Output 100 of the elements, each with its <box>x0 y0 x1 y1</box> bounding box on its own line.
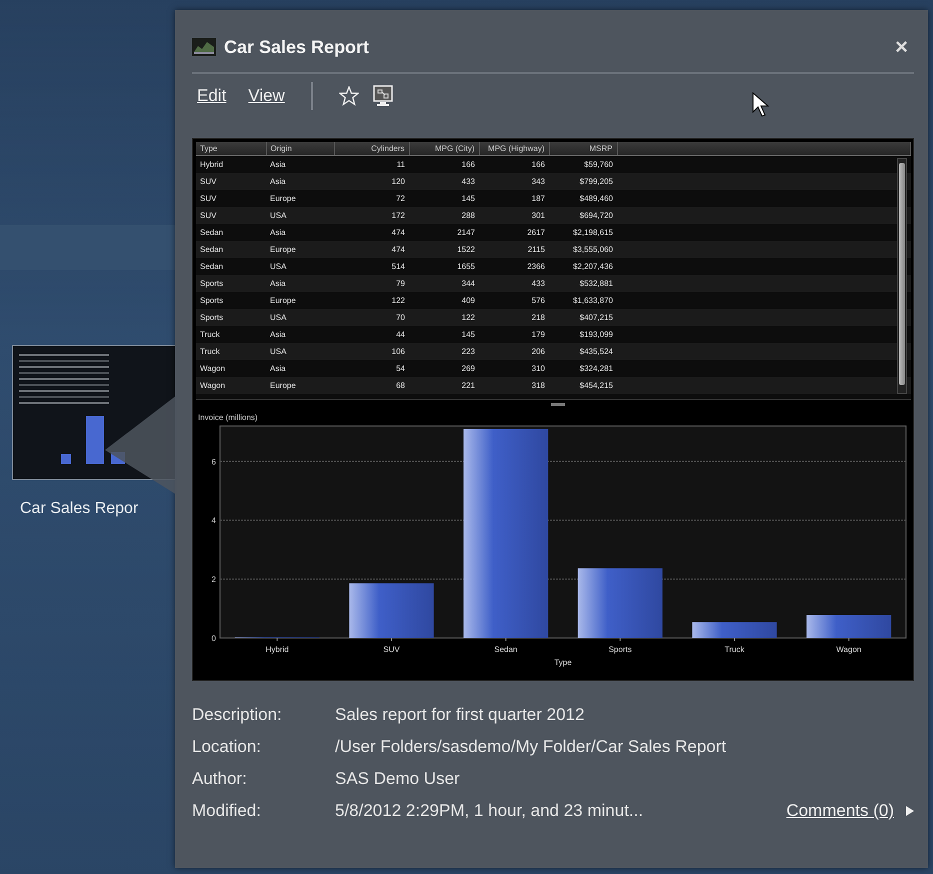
table-cell: 343 <box>479 173 549 190</box>
table-cell: 310 <box>479 360 549 377</box>
comments-link[interactable]: Comments (0) <box>786 801 894 821</box>
table-cell: Asia <box>266 156 334 173</box>
tick-label: 6 <box>212 457 216 466</box>
detail-label: Location: <box>192 737 262 757</box>
table-cell: 409 <box>409 292 479 309</box>
table-cell: SUV <box>196 173 266 190</box>
table-cell: $694,720 <box>549 207 617 224</box>
category-label: Wagon <box>836 645 862 654</box>
table-cell: USA <box>266 258 334 275</box>
table-cell: 514 <box>334 258 409 275</box>
column-header[interactable]: Type <box>196 142 266 156</box>
column-header[interactable]: MSRP <box>549 142 617 156</box>
detail-label: Description: <box>192 705 283 725</box>
table-cell: 2617 <box>479 224 549 241</box>
table-cell: 70 <box>334 309 409 326</box>
table-cell: Asia <box>266 326 334 343</box>
table-cell: 433 <box>479 275 549 292</box>
detail-label: Author: <box>192 769 248 789</box>
table-cell: Truck <box>196 326 266 343</box>
star-icon[interactable] <box>338 86 359 106</box>
table-cell: Wagon <box>196 377 266 394</box>
table-cell: 474 <box>334 224 409 241</box>
table-cell: 1522 <box>409 241 479 258</box>
column-header[interactable]: Origin <box>266 142 334 156</box>
column-header[interactable]: MPG (Highway) <box>479 142 549 156</box>
table-cell: $193,099 <box>549 326 617 343</box>
table-cell: 172 <box>334 207 409 224</box>
detail-value: Sales report for first quarter 2012 <box>335 705 586 725</box>
table-cell: SUV <box>196 190 266 207</box>
table-cell: 145 <box>409 326 479 343</box>
axis-title: Type <box>554 658 572 667</box>
table-cell: Sports <box>196 275 266 292</box>
table-cell: Europe <box>266 241 334 258</box>
table-cell: Sedan <box>196 224 266 241</box>
toolbar-link[interactable]: View <box>248 86 285 106</box>
category-label: Sedan <box>494 645 518 654</box>
table-cell: USA <box>266 309 334 326</box>
table-cell: 288 <box>409 207 479 224</box>
table-cell: Europe <box>266 190 334 207</box>
table-cell: Europe <box>266 292 334 309</box>
table-cell: Asia <box>266 360 334 377</box>
table-cell: $2,207,436 <box>549 258 617 275</box>
table-cell: 269 <box>409 360 479 377</box>
table-cell: 223 <box>409 343 479 360</box>
table-cell: $1,633,870 <box>549 292 617 309</box>
category-label: SUV <box>383 645 400 654</box>
monitor-icon[interactable] <box>372 85 393 107</box>
table-cell: 318 <box>479 377 549 394</box>
table-cell: Europe <box>266 377 334 394</box>
table-cell: 68 <box>334 377 409 394</box>
category-label: Truck <box>724 645 744 654</box>
close-button[interactable]: × <box>889 34 914 60</box>
detail-value: 5/8/2012 2:29PM, 1 hour, and 23 minut... <box>335 801 644 821</box>
table-cell: 72 <box>334 190 409 207</box>
table-cell: 166 <box>479 156 549 173</box>
table-cell: $489,460 <box>549 190 617 207</box>
tick-label: 4 <box>212 516 216 526</box>
table-cell: 145 <box>409 190 479 207</box>
toolbar-link[interactable]: Edit <box>197 86 226 106</box>
tick-label: 0 <box>212 634 216 643</box>
table-cell: $532,881 <box>549 275 617 292</box>
table-cell: 433 <box>409 173 479 190</box>
table-cell: Wagon <box>196 360 266 377</box>
table-cell: USA <box>266 207 334 224</box>
table-cell: 218 <box>479 309 549 326</box>
table-cell: 301 <box>479 207 549 224</box>
table-cell: USA <box>266 343 334 360</box>
table-cell: 79 <box>334 275 409 292</box>
table-cell: 576 <box>479 292 549 309</box>
table-cell: $454,215 <box>549 377 617 394</box>
table-cell: $59,760 <box>549 156 617 173</box>
table-cell: 206 <box>479 343 549 360</box>
table-cell: Sedan <box>196 241 266 258</box>
table-cell: Asia <box>266 224 334 241</box>
table-cell: Sports <box>196 292 266 309</box>
table-cell: Hybrid <box>196 156 266 173</box>
mouse-cursor-icon <box>752 92 770 118</box>
table-cell: 344 <box>409 275 479 292</box>
table-cell: $407,215 <box>549 309 617 326</box>
table-cell: 122 <box>334 292 409 309</box>
table-cell: Sports <box>196 309 266 326</box>
table-cell: 11 <box>334 156 409 173</box>
column-header[interactable]: MPG (City) <box>409 142 479 156</box>
table-cell: 120 <box>334 173 409 190</box>
tick-label: 2 <box>212 575 216 584</box>
scrollbar[interactable] <box>897 158 907 394</box>
table-cell: 2366 <box>479 258 549 275</box>
column-header[interactable]: Cylinders <box>334 142 409 156</box>
splitter-handle[interactable] <box>551 403 565 406</box>
table-cell: Asia <box>266 173 334 190</box>
table-cell: $324,281 <box>549 360 617 377</box>
table-cell: 1655 <box>409 258 479 275</box>
panel-title: Car Sales Report <box>224 36 370 58</box>
thumbnail-label: Car Sales Repor <box>20 500 138 518</box>
table-cell: 179 <box>479 326 549 343</box>
detail-value: SAS Demo User <box>335 769 461 789</box>
axis-title: Invoice (millions) <box>198 413 258 422</box>
expand-arrow-icon[interactable] <box>906 806 914 816</box>
